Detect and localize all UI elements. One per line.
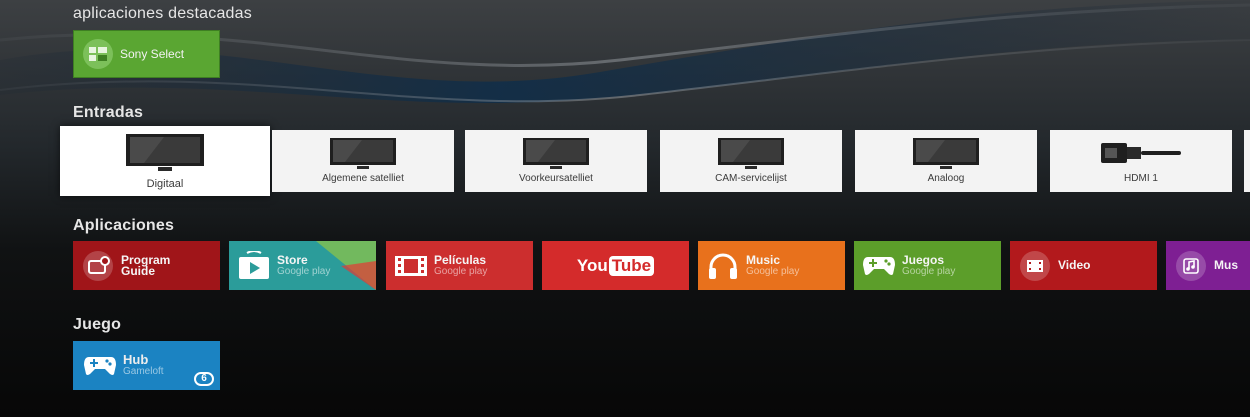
section-title-games: Juego bbox=[73, 316, 122, 333]
app-play-games[interactable]: Juegos Google play bbox=[854, 241, 1001, 290]
section-title-inputs: Entradas bbox=[73, 104, 144, 121]
app-sub: Google play bbox=[277, 265, 331, 277]
app-sub: Google play bbox=[746, 265, 800, 277]
app-video[interactable]: Video bbox=[1010, 241, 1157, 290]
gameloft-badge: 6 bbox=[194, 372, 214, 386]
play-store-icon bbox=[237, 249, 271, 283]
input-label: Voorkeursatelliet bbox=[519, 173, 593, 184]
app-name: Juegos bbox=[902, 252, 945, 267]
video-icon bbox=[1018, 249, 1052, 283]
inputs-row: Digitaal Algemene satelliet Voorkeursate… bbox=[0, 126, 1250, 198]
gamepad-icon bbox=[862, 249, 896, 283]
tv-icon bbox=[523, 138, 589, 169]
section-title-apps: Aplicaciones bbox=[73, 217, 175, 234]
app-name: Store bbox=[277, 252, 308, 267]
input-voorkeursatelliet[interactable]: Voorkeursatelliet bbox=[465, 130, 647, 192]
input-partial[interactable] bbox=[1244, 130, 1250, 192]
app-sub: Google play bbox=[902, 265, 956, 277]
sony-select-tile[interactable]: Sony Select bbox=[73, 30, 220, 78]
music-note-icon bbox=[1174, 249, 1208, 283]
tv-icon bbox=[913, 138, 979, 169]
input-analoog[interactable]: Analoog bbox=[855, 130, 1037, 192]
app-name: Mus bbox=[1214, 258, 1238, 272]
app-program-guide[interactable]: Program Guide bbox=[73, 241, 220, 290]
tv-icon bbox=[330, 138, 396, 169]
input-label: Analoog bbox=[927, 173, 965, 184]
input-label: HDMI 1 bbox=[1124, 173, 1158, 184]
headphones-icon bbox=[706, 249, 740, 283]
input-algemene-satelliet[interactable]: Algemene satelliet bbox=[272, 130, 454, 192]
app-play-store[interactable]: Store Google play bbox=[229, 241, 376, 290]
app-music-partial[interactable]: Mus bbox=[1166, 241, 1250, 290]
sony-select-label: Sony Select bbox=[120, 47, 185, 61]
app-gameloft-hub[interactable]: Hub Gameloft 6 bbox=[73, 341, 220, 390]
input-label: CAM-servicelijst bbox=[715, 173, 787, 184]
app-youtube[interactable]: You Tube bbox=[542, 241, 689, 290]
section-title-featured: aplicaciones destacadas bbox=[73, 5, 252, 22]
app-name: Hub bbox=[123, 351, 149, 367]
app-name: Películas bbox=[434, 252, 487, 267]
gamepad-icon bbox=[83, 349, 117, 383]
app-name: Video bbox=[1058, 258, 1091, 272]
app-sub: Google play bbox=[434, 265, 488, 277]
input-hdmi-1[interactable]: HDMI 1 bbox=[1050, 130, 1232, 192]
app-play-music[interactable]: Music Google play bbox=[698, 241, 845, 290]
app-name: Music bbox=[746, 252, 781, 267]
input-cam-servicelijst[interactable]: CAM-servicelijst bbox=[660, 130, 842, 192]
program-guide-icon bbox=[81, 249, 115, 283]
tv-icon bbox=[126, 134, 204, 171]
app-peliculas[interactable]: Películas Google play bbox=[386, 241, 533, 290]
film-strip-icon bbox=[394, 249, 428, 283]
input-digitaal[interactable]: Digitaal bbox=[60, 126, 270, 196]
hdmi-icon bbox=[1101, 143, 1181, 163]
youtube-logo: You Tube bbox=[577, 255, 655, 276]
app-name-line2: Guide bbox=[121, 263, 156, 278]
app-sub: Gameloft bbox=[123, 365, 164, 377]
input-label: Algemene satelliet bbox=[322, 173, 404, 184]
tv-icon bbox=[718, 138, 784, 169]
input-label: Digitaal bbox=[146, 178, 184, 190]
sony-select-icon bbox=[83, 39, 113, 69]
